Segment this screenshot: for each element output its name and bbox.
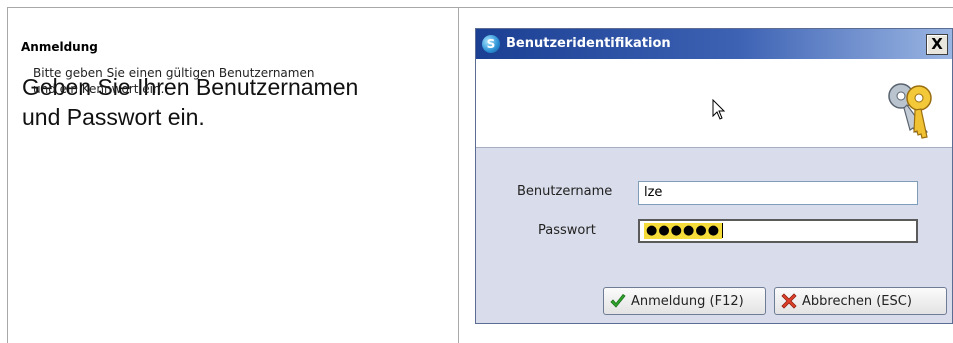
header-description-line-2: und ein Kennwort ein. (33, 82, 165, 96)
cancel-button[interactable]: Abbrechen (ESC) (774, 287, 947, 315)
password-label: Passwort (538, 223, 596, 238)
login-button-label: Anmeldung (F12) (631, 293, 744, 309)
s-logo-icon: S (482, 35, 500, 53)
dialog-title: Benutzeridentifikation (506, 36, 671, 51)
close-button[interactable]: X (926, 34, 948, 55)
keys-icon (888, 83, 932, 139)
header-description: Bitte geben Sie einen gültigen Benutzern… (33, 65, 393, 97)
password-masked-value: ●●●●●● (644, 223, 723, 239)
dialog-titlebar[interactable]: S Benutzeridentifikation X (476, 29, 952, 59)
header-description-line-1: Bitte geben Sie einen gültigen Benutzern… (33, 66, 315, 80)
username-label: Benutzername (517, 184, 613, 199)
text-caret (722, 223, 724, 238)
login-button[interactable]: Anmeldung (F12) (603, 287, 766, 315)
checkmark-icon (610, 293, 626, 308)
cancel-button-label: Abbrechen (ESC) (802, 293, 912, 309)
column-divider (458, 7, 459, 343)
mouse-cursor-icon (712, 99, 726, 120)
username-input[interactable]: lze (638, 181, 918, 205)
login-dialog: S Benutzeridentifikation X (475, 28, 953, 324)
instruction-line-2: und Passwort ein. (22, 104, 205, 130)
header-title: Anmeldung (21, 40, 98, 54)
cancel-x-icon (781, 293, 797, 309)
password-input[interactable]: ●●●●●● (638, 219, 918, 243)
